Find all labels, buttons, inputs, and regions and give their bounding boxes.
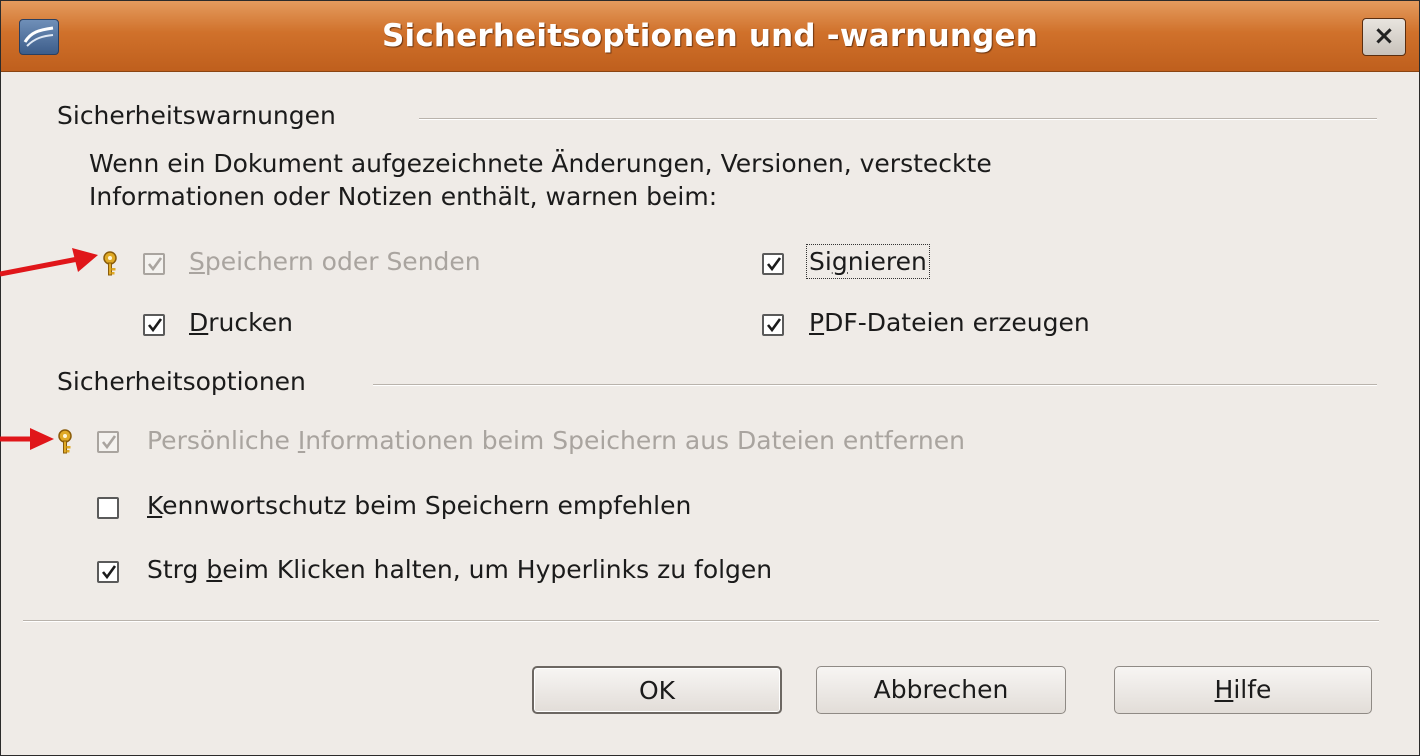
section-header-security: Sicherheitsoptionen bbox=[57, 367, 306, 396]
ok-button-label: OK bbox=[638, 676, 676, 705]
dialog-window: Sicherheitsoptionen und -warnungen × Sic… bbox=[0, 0, 1420, 756]
close-button[interactable]: × bbox=[1362, 18, 1406, 56]
cancel-button[interactable]: Abbrechen bbox=[816, 666, 1066, 714]
checkbox-ctrl-click-hyperlinks[interactable] bbox=[97, 561, 119, 583]
label-sign-mnemonic: g bbox=[831, 247, 848, 276]
button-separator bbox=[23, 620, 1379, 622]
red-arrow-icon bbox=[0, 428, 54, 450]
checkbox-check-icon bbox=[766, 318, 782, 333]
checkbox-remove-personal-info[interactable] bbox=[97, 431, 119, 453]
description-line-2: Informationen oder Notizen enthält, warn… bbox=[89, 182, 718, 211]
checkbox-check-icon bbox=[101, 435, 117, 450]
label-ctrl-click-hyperlinks[interactable]: Strg beim Klicken halten, um Hyperlinks … bbox=[147, 555, 772, 584]
checkbox-create-pdf[interactable] bbox=[762, 314, 784, 336]
label-remove-personal-info-post: nformationen beim Speichern aus Dateien … bbox=[305, 426, 966, 455]
label-remove-personal-info[interactable]: Persönliche Informationen beim Speichern… bbox=[147, 426, 965, 455]
label-sign-focus: Signieren bbox=[806, 244, 930, 279]
help-button-label-rest: ilfe bbox=[1233, 675, 1272, 704]
checkbox-check-icon bbox=[766, 257, 782, 272]
red-arrow-icon bbox=[0, 248, 98, 277]
label-print-mnemonic: D bbox=[189, 308, 209, 337]
section-rule-security bbox=[373, 384, 1377, 386]
ok-button[interactable]: OK bbox=[532, 666, 782, 714]
help-button[interactable]: Hilfe bbox=[1114, 666, 1372, 714]
checkbox-check-icon bbox=[147, 318, 163, 333]
checkbox-save-or-send[interactable] bbox=[143, 253, 165, 275]
checkbox-check-icon bbox=[101, 565, 117, 580]
label-sign-pre: Si bbox=[809, 247, 832, 276]
label-print-post: rucken bbox=[208, 308, 293, 337]
label-recommend-password[interactable]: Kennwortschutz beim Speichern empfehlen bbox=[147, 491, 691, 520]
label-recommend-password-mnemonic: K bbox=[147, 491, 163, 520]
label-save-or-send-post: peichern oder Senden bbox=[204, 247, 481, 276]
dialog-title: Sicherheitsoptionen und -warnungen bbox=[381, 18, 1038, 54]
warnings-description: Wenn ein Dokument aufgezeichnete Änderun… bbox=[89, 147, 992, 213]
label-sign[interactable]: Signieren bbox=[806, 244, 930, 279]
key-icon bbox=[103, 251, 117, 276]
label-recommend-password-post: ennwortschutz beim Speichern empfehlen bbox=[162, 491, 692, 520]
checkbox-recommend-password[interactable] bbox=[97, 497, 119, 519]
key-icon bbox=[58, 429, 72, 454]
section-header-warnings: Sicherheitswarnungen bbox=[57, 101, 336, 130]
label-sign-post: nieren bbox=[847, 247, 927, 276]
checkbox-print[interactable] bbox=[143, 314, 165, 336]
cancel-button-label: Abbrechen bbox=[873, 675, 1009, 704]
help-button-mnemonic: H bbox=[1214, 675, 1234, 704]
section-rule-warnings bbox=[419, 118, 1377, 120]
checkbox-check-icon bbox=[147, 257, 163, 272]
close-icon: × bbox=[1373, 21, 1395, 51]
label-ctrl-click-hyperlinks-mnemonic: b bbox=[206, 555, 223, 584]
label-ctrl-click-hyperlinks-pre: Strg bbox=[147, 555, 207, 584]
label-save-or-send-mnemonic: S bbox=[189, 247, 205, 276]
label-create-pdf-mnemonic: P bbox=[809, 308, 825, 337]
description-line-1: Wenn ein Dokument aufgezeichnete Änderun… bbox=[89, 149, 992, 178]
checkbox-sign[interactable] bbox=[762, 253, 784, 275]
label-print[interactable]: Drucken bbox=[189, 308, 293, 337]
label-create-pdf-post: DF-Dateien erzeugen bbox=[824, 308, 1090, 337]
label-remove-personal-info-pre: Persönliche bbox=[147, 426, 298, 455]
label-create-pdf[interactable]: PDF-Dateien erzeugen bbox=[809, 308, 1090, 337]
label-ctrl-click-hyperlinks-post: eim Klicken halten, um Hyperlinks zu fol… bbox=[222, 555, 773, 584]
title-bar[interactable]: Sicherheitsoptionen und -warnungen × bbox=[1, 1, 1419, 72]
label-save-or-send[interactable]: Speichern oder Senden bbox=[189, 247, 481, 276]
